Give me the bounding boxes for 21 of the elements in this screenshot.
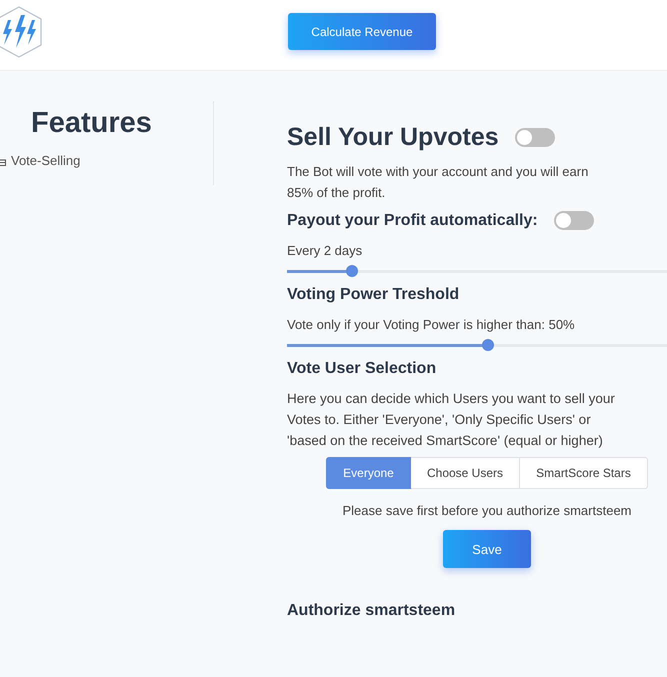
notice-text: Please save first before you authorize smartsteem: [341, 503, 633, 518]
selection-tab[interactable]: Choose Users: [411, 457, 520, 489]
save-button[interactable]: Save: [443, 530, 531, 568]
authorize-heading: Authorize smartsteem: [287, 602, 456, 620]
toggle-switch[interactable]: [554, 211, 594, 230]
logo-icon: [0, 5, 43, 59]
slider-thumb[interactable]: [346, 265, 358, 277]
sidebar-item[interactable]: Vote-Selling: [0, 153, 213, 168]
interval-text: Every 2 days: [287, 243, 364, 258]
payout-label: Payout your Profit automatically:: [287, 212, 538, 230]
section-title: Sell Your Upvotes: [287, 123, 499, 152]
sidebar-title: Features: [31, 107, 153, 140]
selection-heading: Vote User Selection: [287, 360, 438, 378]
toggle-switch[interactable]: [514, 128, 555, 147]
threshold-text: Vote only if your Voting Power is higher than: 50%: [287, 317, 576, 332]
description-text: The Bot will vote with your account and you will earn 85% of the profit.: [287, 163, 590, 202]
calculate-revenue-button[interactable]: Calculate Revenue: [288, 13, 436, 50]
selection-tab[interactable]: SmartScore Stars: [520, 457, 648, 489]
threshold-heading: Voting Power Treshold: [287, 286, 460, 304]
selection-text: Here you can decide which Users you want to sell your Votes to. Either 'Everyone', 'Only Specific Users' or 'based on the received SmartScore' (equal or higher): [287, 390, 616, 450]
slider-thumb[interactable]: [482, 339, 494, 351]
